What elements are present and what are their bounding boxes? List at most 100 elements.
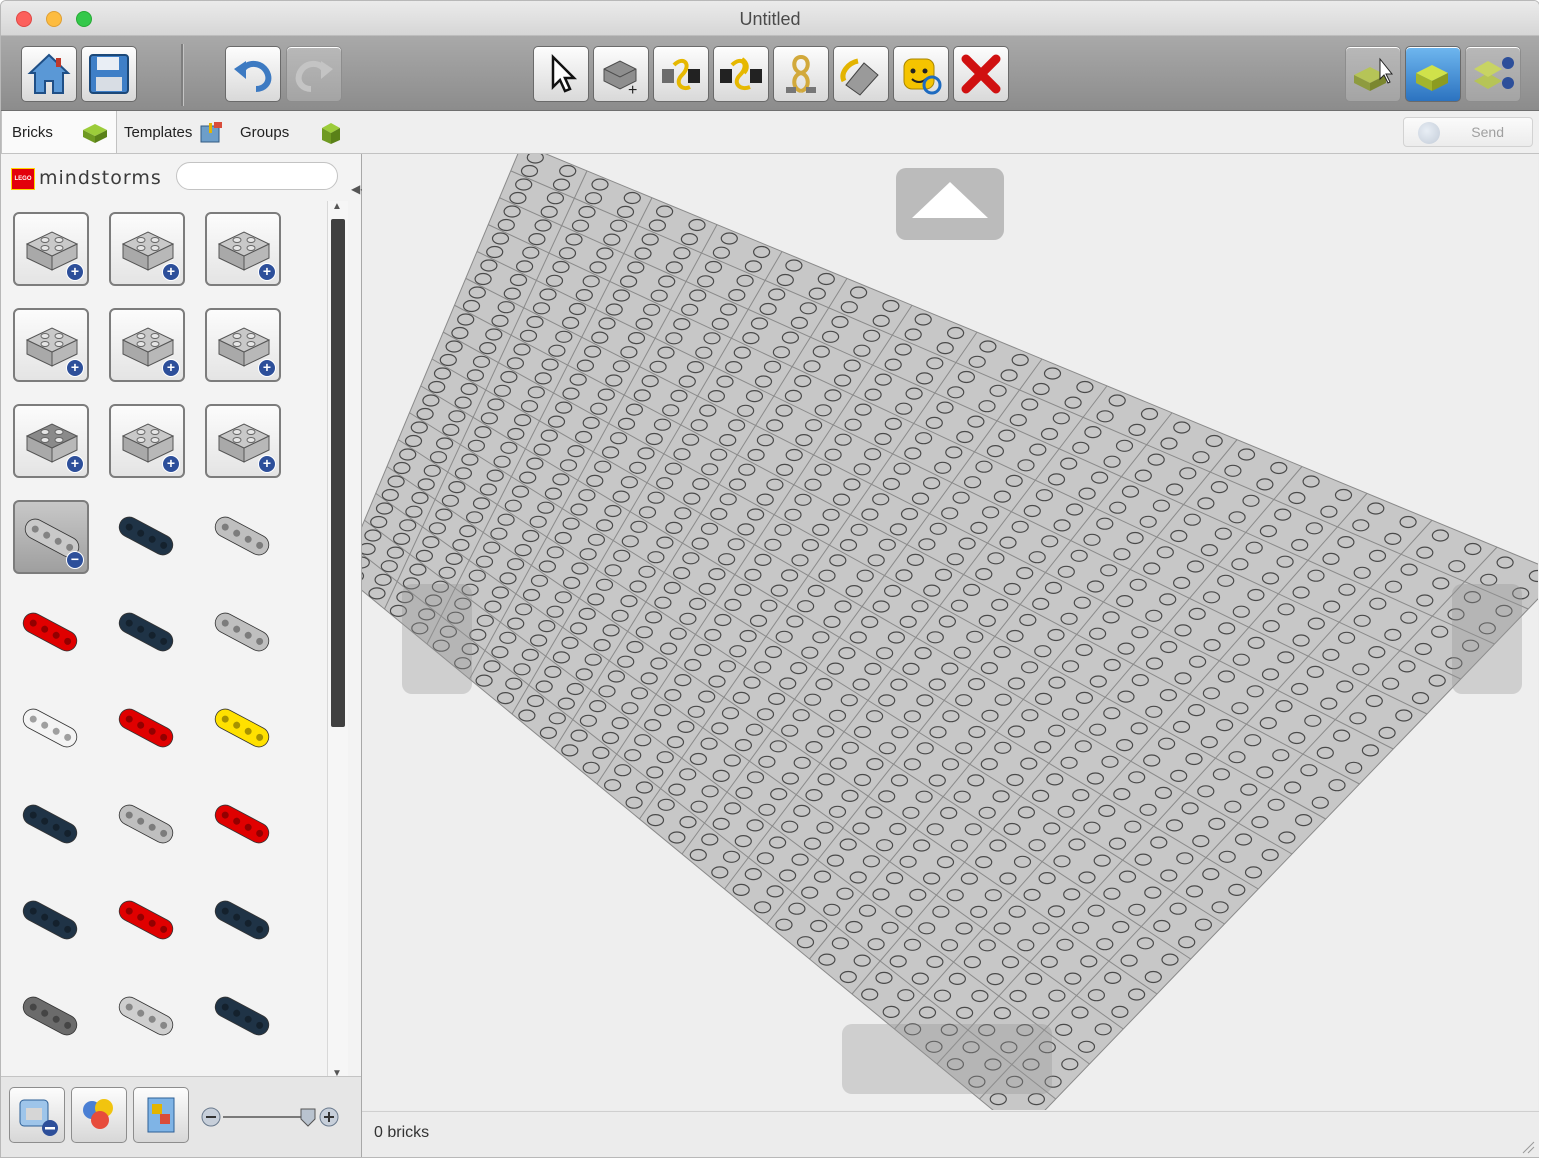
- building-guide-button[interactable]: [1465, 46, 1521, 102]
- palette-wedge-plate-gray[interactable]: +: [109, 308, 185, 382]
- palette-tab-bar: Bricks Templates Groups Send: [1, 111, 1539, 154]
- clone-tool-button[interactable]: +: [593, 46, 649, 102]
- brick-preview-icon: [22, 996, 78, 1036]
- expand-group-icon[interactable]: +: [66, 455, 84, 473]
- palette-liftarm-red-4[interactable]: [109, 884, 185, 958]
- collapse-groups-icon: [19, 1099, 58, 1136]
- palette-filter-button[interactable]: [133, 1087, 189, 1143]
- palette-liftarm-red-2[interactable]: [109, 692, 185, 766]
- palette-liftarm-gray-open[interactable]: −: [13, 500, 89, 574]
- palette-liftarm-dark-blue-3[interactable]: [13, 788, 89, 862]
- delete-icon: [961, 54, 1001, 94]
- palette-liftarm-dark-blue-2[interactable]: [109, 596, 185, 670]
- palette-plate-2x2-gray[interactable]: +: [13, 308, 89, 382]
- resize-grip-icon[interactable]: [1521, 1140, 1535, 1154]
- hinge-icon: [662, 58, 700, 90]
- brick-count: 0 bricks: [374, 1124, 430, 1141]
- palette-liftarm-light-gray[interactable]: [205, 500, 281, 574]
- camera-right-button[interactable]: [1452, 584, 1522, 694]
- palette-filter-icon: [147, 1097, 175, 1133]
- tab-bricks[interactable]: Bricks: [1, 111, 117, 153]
- build-canvas[interactable]: [362, 154, 1538, 1110]
- palette-liftarm-dark-gray[interactable]: [13, 980, 89, 1054]
- color-sort-button[interactable]: [71, 1087, 127, 1143]
- hinge-align-tool-button[interactable]: [713, 46, 769, 102]
- palette-liftarm-dark-blue-4[interactable]: [13, 884, 89, 958]
- template-box-icon: [200, 122, 222, 143]
- tab-templates[interactable]: Templates: [116, 111, 230, 153]
- brick-preview-icon: [214, 708, 270, 748]
- scrollbar-thumb[interactable]: [331, 219, 345, 727]
- palette-liftarm-white[interactable]: [13, 692, 89, 766]
- brick-preview-icon: [22, 804, 78, 844]
- expand-group-icon[interactable]: +: [162, 359, 180, 377]
- palette-liftarm-light-gray-3[interactable]: [109, 788, 185, 862]
- hinge-tool-button[interactable]: [653, 46, 709, 102]
- palette-liftarm-red[interactable]: [13, 596, 89, 670]
- palette-bottom-bar: [1, 1076, 361, 1157]
- build-mode-button[interactable]: [1345, 46, 1401, 102]
- camera-left-button[interactable]: [402, 584, 472, 694]
- view-mode-icon: [1416, 65, 1448, 91]
- camera-up-button[interactable]: [896, 168, 1004, 240]
- build-mode-icon: [1354, 57, 1394, 91]
- scroll-up-icon[interactable]: ▲: [332, 201, 342, 212]
- undo-button[interactable]: [225, 46, 281, 102]
- expand-group-icon[interactable]: +: [162, 455, 180, 473]
- palette-technic-brick-gray[interactable]: +: [205, 212, 281, 286]
- groups-brick-icon: [322, 123, 340, 144]
- redo-button[interactable]: [286, 46, 342, 102]
- palette-brick-2x2-gray[interactable]: +: [13, 212, 89, 286]
- expand-group-icon[interactable]: +: [162, 263, 180, 281]
- expand-group-icon[interactable]: +: [258, 263, 276, 281]
- palette-axle-connector-gray[interactable]: +: [109, 404, 185, 478]
- palette-liftarm-red-3[interactable]: [205, 788, 281, 862]
- palette-liftarm-dark-blue-5[interactable]: [205, 884, 281, 958]
- send-button[interactable]: Send: [1403, 117, 1533, 147]
- zoom-slider-thumb[interactable]: [300, 1108, 316, 1127]
- camera-rotate-button[interactable]: [842, 1024, 1052, 1094]
- collapse-group-icon[interactable]: −: [66, 551, 84, 569]
- expand-group-icon[interactable]: +: [258, 455, 276, 473]
- palette-search-input[interactable]: [176, 162, 338, 190]
- tab-groups[interactable]: Groups: [230, 111, 348, 153]
- svg-text:+: +: [628, 82, 637, 97]
- send-label: Send: [1471, 124, 1504, 140]
- palette-wheel-gray[interactable]: +: [13, 404, 89, 478]
- home-icon: [27, 53, 71, 94]
- palette-liftarm-light-gray-2[interactable]: [205, 596, 281, 670]
- brick-preview-icon: [214, 516, 270, 556]
- expand-group-icon[interactable]: +: [258, 359, 276, 377]
- delete-tool-button[interactable]: [953, 46, 1009, 102]
- toolbar-separator: [181, 44, 184, 106]
- palette-hinge-plate-gray[interactable]: +: [205, 308, 281, 382]
- save-button[interactable]: [81, 46, 137, 102]
- send-globe-icon: [1418, 122, 1440, 144]
- brick-preview-icon: [118, 804, 174, 844]
- palette-scrollbar[interactable]: ▲ ▼: [327, 201, 348, 1079]
- palette-liftarm-yellow[interactable]: [205, 692, 281, 766]
- save-icon: [89, 54, 129, 94]
- expand-group-icon[interactable]: +: [66, 263, 84, 281]
- brick-preview-icon: [214, 900, 270, 940]
- tab-bricks-label: Bricks: [12, 123, 53, 141]
- select-tool-button[interactable]: [533, 46, 589, 102]
- palette-technic-beam-gray[interactable]: +: [205, 404, 281, 478]
- baseplate[interactable]: [362, 154, 1538, 1110]
- palette-liftarm-light-gray-4[interactable]: [109, 980, 185, 1054]
- flex-tool-button[interactable]: [773, 46, 829, 102]
- undo-icon: [234, 61, 272, 92]
- brick-preview-icon: [118, 996, 174, 1036]
- palette-liftarm-dark-blue[interactable]: [109, 500, 185, 574]
- green-brick-icon: [83, 124, 107, 143]
- paint-tool-button[interactable]: [833, 46, 889, 102]
- collapse-groups-button[interactable]: [9, 1087, 65, 1143]
- view-mode-button[interactable]: [1405, 46, 1461, 102]
- palette-round-brick-gray[interactable]: +: [109, 212, 185, 286]
- hide-tool-button[interactable]: [893, 46, 949, 102]
- home-button[interactable]: [21, 46, 77, 102]
- palette-zoom-slider[interactable]: [201, 1105, 341, 1129]
- palette-liftarm-dark-blue-6[interactable]: [205, 980, 281, 1054]
- brick-preview-icon: [214, 804, 270, 844]
- expand-group-icon[interactable]: +: [66, 359, 84, 377]
